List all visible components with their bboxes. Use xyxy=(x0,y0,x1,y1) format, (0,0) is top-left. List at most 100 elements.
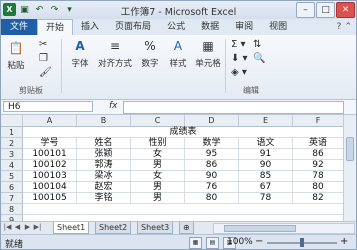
data-cell[interactable]: 女 xyxy=(131,149,185,160)
data-cell[interactable]: 赵宏 xyxy=(77,182,131,193)
fx-icon[interactable]: fx xyxy=(109,101,118,111)
minimize-button[interactable]: – xyxy=(296,2,315,18)
data-cell[interactable]: 80 xyxy=(293,182,344,193)
fill-icon[interactable]: ⬇ ▾ xyxy=(231,53,248,64)
zoom-out-button[interactable]: − xyxy=(255,236,263,247)
header-cell[interactable]: 性别 xyxy=(131,138,185,149)
data-cell[interactable]: 90 xyxy=(185,171,239,182)
tab-data[interactable]: 数据 xyxy=(193,19,227,35)
tab-review[interactable]: 审阅 xyxy=(227,19,261,35)
sort-filter-icon[interactable]: ⇅ xyxy=(253,39,261,50)
data-cell[interactable]: 郭涛 xyxy=(77,160,131,171)
insert-sheet-icon[interactable]: ⊕ xyxy=(179,222,194,234)
tab-formulas[interactable]: 公式 xyxy=(159,19,193,35)
page-layout-view-icon[interactable]: ▤ xyxy=(206,237,219,249)
column-header[interactable]: F xyxy=(293,115,344,127)
data-cell[interactable]: 92 xyxy=(293,160,344,171)
clear-icon[interactable]: ◈ ▾ xyxy=(231,67,247,78)
formula-input[interactable] xyxy=(123,101,344,114)
data-cell[interactable]: 100101 xyxy=(23,149,77,160)
data-cell[interactable]: 李铭 xyxy=(77,193,131,204)
first-sheet-icon[interactable]: |◀ xyxy=(3,223,12,231)
prev-sheet-icon[interactable]: ◀ xyxy=(13,223,22,231)
ribbon-minimize-icon[interactable]: ⌃ xyxy=(344,22,352,32)
data-cell[interactable]: 90 xyxy=(239,160,293,171)
column-header[interactable]: E xyxy=(239,115,293,127)
data-cell[interactable]: 85 xyxy=(239,171,293,182)
data-cell[interactable]: 梁冰 xyxy=(77,171,131,182)
scrollbar-thumb[interactable] xyxy=(224,225,296,232)
tab-file[interactable]: 文件 xyxy=(1,19,38,35)
next-sheet-icon[interactable]: ▶ xyxy=(23,223,32,231)
header-cell[interactable]: 学号 xyxy=(23,138,77,149)
row-header[interactable]: 7 xyxy=(1,193,23,204)
paste-button[interactable]: 📋 粘贴 xyxy=(5,39,27,71)
tab-page-layout[interactable]: 页面布局 xyxy=(107,19,159,35)
tab-home[interactable]: 开始 xyxy=(37,19,74,35)
data-cell[interactable]: 100103 xyxy=(23,171,77,182)
number-button[interactable]: % 数字 xyxy=(138,37,162,69)
maximize-button[interactable]: □ xyxy=(316,2,335,18)
sheet-tab-sheet1[interactable]: Sheet1 xyxy=(53,222,90,234)
normal-view-icon[interactable]: ▦ xyxy=(189,237,202,249)
row-header[interactable]: 3 xyxy=(1,149,23,160)
help-icon[interactable]: ? xyxy=(337,22,342,32)
header-cell[interactable]: 姓名 xyxy=(77,138,131,149)
column-header[interactable]: B xyxy=(77,115,131,127)
tab-insert[interactable]: 插入 xyxy=(73,19,107,35)
row-header[interactable]: 4 xyxy=(1,160,23,171)
last-sheet-icon[interactable]: ▶| xyxy=(33,223,42,231)
worksheet-grid[interactable]: A B C D E F 1 2 3 4 5 6 7 8 9 成绩表 学号 姓名 … xyxy=(1,115,344,221)
data-cell[interactable]: 78 xyxy=(293,171,344,182)
column-header[interactable]: C xyxy=(131,115,185,127)
zoom-level[interactable]: 100% xyxy=(227,237,253,247)
header-cell[interactable]: 英语 xyxy=(293,138,344,149)
sheet-tab-sheet3[interactable]: Sheet3 xyxy=(137,222,174,234)
row-header[interactable]: 2 xyxy=(1,138,23,149)
data-cell[interactable]: 91 xyxy=(239,149,293,160)
vertical-scrollbar[interactable] xyxy=(343,115,356,221)
data-cell[interactable]: 86 xyxy=(293,149,344,160)
data-cell[interactable]: 67 xyxy=(239,182,293,193)
data-cell[interactable]: 86 xyxy=(185,160,239,171)
sheet-title-cell[interactable]: 成绩表 xyxy=(23,127,344,138)
data-cell[interactable]: 100104 xyxy=(23,182,77,193)
data-cell[interactable]: 95 xyxy=(185,149,239,160)
zoom-slider-thumb[interactable] xyxy=(300,238,304,247)
data-cell[interactable]: 张颖 xyxy=(77,149,131,160)
format-painter-icon[interactable]: 🖌 xyxy=(39,67,52,78)
data-cell[interactable]: 80 xyxy=(185,193,239,204)
header-cell[interactable]: 语文 xyxy=(239,138,293,149)
data-cell[interactable]: 100105 xyxy=(23,193,77,204)
autosum-icon[interactable]: Σ ▾ xyxy=(231,39,246,50)
alignment-button[interactable]: ≡ 对齐方式 xyxy=(95,37,135,69)
column-header[interactable]: A xyxy=(23,115,77,127)
empty-row[interactable] xyxy=(23,204,344,215)
data-cell[interactable]: 76 xyxy=(185,182,239,193)
row-header[interactable]: 5 xyxy=(1,171,23,182)
header-cell[interactable]: 数学 xyxy=(185,138,239,149)
styles-button[interactable]: A 样式 xyxy=(166,37,190,69)
data-cell[interactable]: 男 xyxy=(131,193,185,204)
data-cell[interactable]: 100102 xyxy=(23,160,77,171)
cut-icon[interactable]: ✂ xyxy=(39,39,47,50)
copy-icon[interactable]: ❐ xyxy=(39,53,48,64)
find-icon[interactable]: 🔍 xyxy=(253,53,265,64)
name-box[interactable]: H6 xyxy=(3,101,93,112)
scrollbar-thumb[interactable] xyxy=(346,137,354,161)
data-cell[interactable]: 女 xyxy=(131,171,185,182)
tab-view[interactable]: 视图 xyxy=(261,19,295,35)
select-all-corner[interactable] xyxy=(1,115,23,127)
sheet-tab-sheet2[interactable]: Sheet2 xyxy=(95,222,132,234)
font-button[interactable]: A 字体 xyxy=(67,37,93,69)
cells-button[interactable]: ▦ 单元格 xyxy=(193,37,223,69)
data-cell[interactable]: 78 xyxy=(239,193,293,204)
row-header[interactable]: 8 xyxy=(1,204,23,215)
column-header[interactable]: D xyxy=(185,115,239,127)
horizontal-scrollbar[interactable] xyxy=(213,223,355,234)
data-cell[interactable]: 82 xyxy=(293,193,344,204)
row-header[interactable]: 6 xyxy=(1,182,23,193)
zoom-in-button[interactable]: + xyxy=(340,236,348,247)
close-button[interactable]: ✕ xyxy=(336,2,355,18)
row-header[interactable]: 1 xyxy=(1,127,23,138)
